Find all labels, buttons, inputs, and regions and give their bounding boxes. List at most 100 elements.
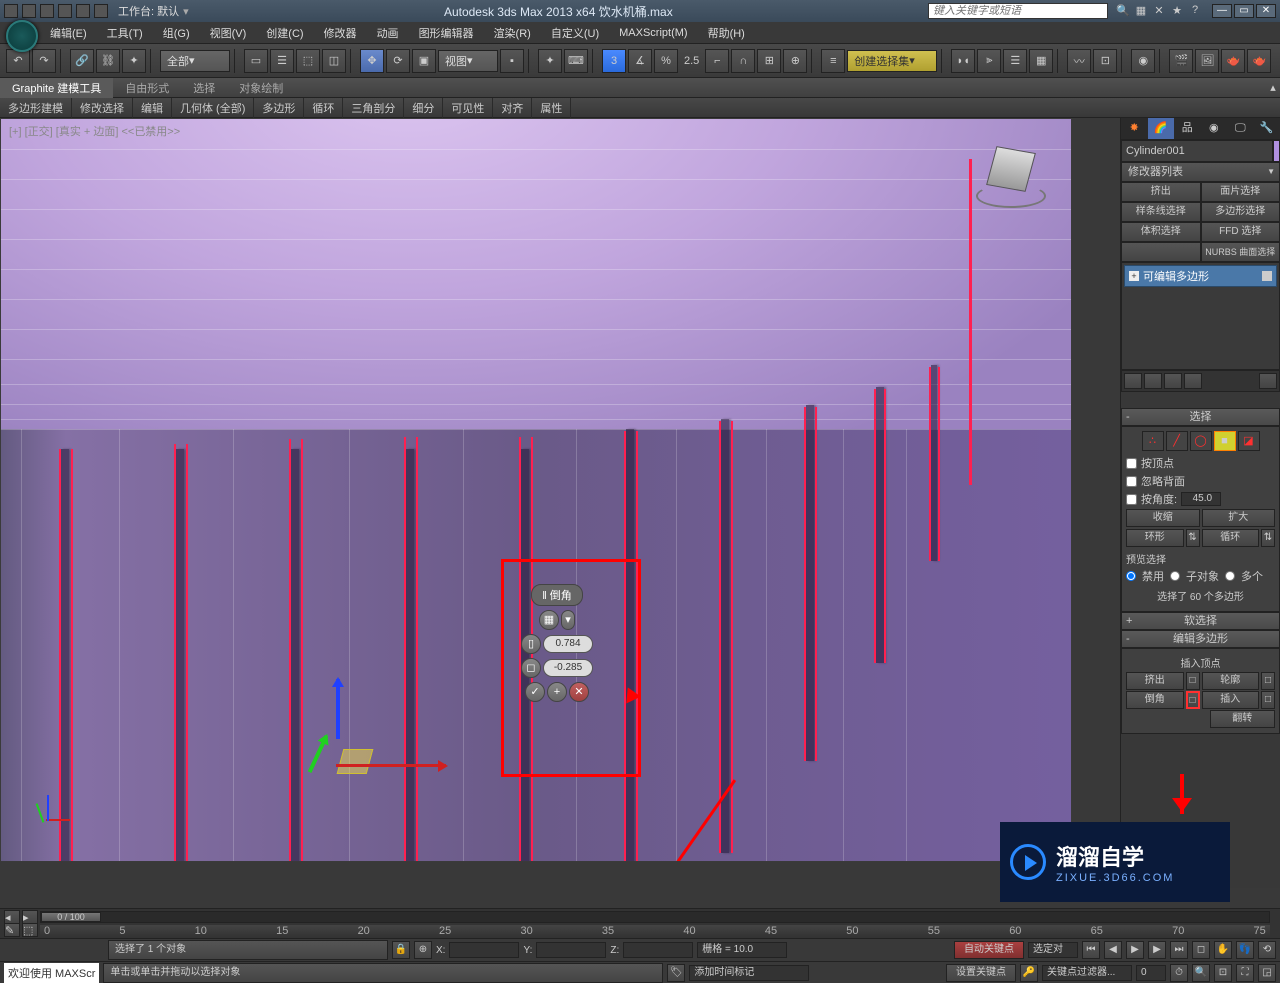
edge-subobj-icon[interactable]: ╱ <box>1166 431 1188 451</box>
link-tool-icon[interactable]: 🔗 <box>70 49 94 73</box>
maximize-button[interactable]: ▭ <box>1234 4 1254 18</box>
auto-key-button[interactable]: 自动关键点 <box>954 941 1024 959</box>
bevel-button[interactable]: 倒角 <box>1126 691 1184 709</box>
selection-filter-dropdown[interactable]: 全部 ▾ <box>160 50 230 72</box>
qat-undo-icon[interactable] <box>58 4 72 18</box>
caddy-outline-spinner[interactable]: -0.285 <box>543 659 593 677</box>
ribbon-panel-polymodel[interactable]: 多边形建模 <box>0 98 72 118</box>
preview-subobj-radio[interactable] <box>1170 571 1180 581</box>
layers-icon[interactable]: ☰ <box>1003 49 1027 73</box>
current-frame-input[interactable]: 0 <box>1136 965 1166 981</box>
key-settings-icon[interactable]: 🔑 <box>1020 964 1038 982</box>
selection-lock-icon[interactable]: ⬚ <box>22 923 38 937</box>
by-angle-checkbox[interactable] <box>1126 494 1137 505</box>
time-ruler[interactable]: 05 1015 2025 3035 4045 5055 6065 7075 <box>40 925 1270 937</box>
gizmo-xy-plane[interactable] <box>337 749 374 774</box>
motion-tab-icon[interactable]: ◉ <box>1201 118 1228 139</box>
by-vertex-checkbox[interactable] <box>1126 458 1137 469</box>
menu-graph-editors[interactable]: 图形编辑器 <box>409 22 484 44</box>
ignore-backface-checkbox[interactable] <box>1126 476 1137 487</box>
schematic-view-icon[interactable]: ⊡ <box>1093 49 1117 73</box>
pan-icon[interactable]: ✋ <box>1214 941 1232 959</box>
orbit-icon[interactable]: ⟲ <box>1258 941 1276 959</box>
show-end-result-icon[interactable] <box>1144 373 1162 389</box>
ribbon-panel-properties[interactable]: 属性 <box>532 98 571 118</box>
stack-expand-icon[interactable]: + <box>1129 271 1139 281</box>
angle-spinner[interactable]: 45.0 <box>1181 492 1221 506</box>
rollout-soft-header[interactable]: +软选择 <box>1121 612 1280 630</box>
mod-btn-ffd-select[interactable]: FFD 选择 <box>1201 222 1280 242</box>
caddy-type-dropdown-icon[interactable]: ▾ <box>561 610 575 630</box>
preview-disable-radio[interactable] <box>1126 571 1136 581</box>
snap-edge-icon[interactable]: ⌐ <box>705 49 729 73</box>
select-object-icon[interactable]: ▭ <box>244 49 268 73</box>
menu-modifiers[interactable]: 修改器 <box>314 22 367 44</box>
caddy-ok-button[interactable]: ✓ <box>525 682 545 702</box>
material-editor-icon[interactable]: ◉ <box>1131 49 1155 73</box>
mod-btn-nurbs-select[interactable]: NURBS 曲面选择 <box>1201 242 1280 262</box>
loop-spinner-icon[interactable]: ⇅ <box>1261 529 1275 547</box>
caddy-height-icon[interactable]: ▯ <box>521 634 541 654</box>
modifier-stack[interactable]: + 可编辑多边形 <box>1121 262 1280 370</box>
minimize-button[interactable]: — <box>1212 4 1232 18</box>
ring-button[interactable]: 环形 <box>1126 529 1184 547</box>
bind-spacewarp-icon[interactable]: ✦ <box>122 49 146 73</box>
stack-item-editable-poly[interactable]: + 可编辑多边形 <box>1124 265 1277 287</box>
ribbon-tab-graphite[interactable]: Graphite 建模工具 <box>0 78 113 98</box>
bevel-settings-icon[interactable]: □ <box>1186 691 1200 709</box>
border-subobj-icon[interactable]: ◯ <box>1190 431 1212 451</box>
welcome-tab[interactable]: 欢迎使用 MAXScr <box>4 963 99 983</box>
ribbon-tab-selection[interactable]: 选择 <box>181 78 227 98</box>
zoom-extents-icon[interactable]: ⛶ <box>1236 964 1254 982</box>
object-name-input[interactable] <box>1121 140 1273 162</box>
prev-frame-icon[interactable]: ◀ <box>1104 941 1122 959</box>
create-tab-icon[interactable]: ✸ <box>1121 118 1148 139</box>
mod-btn-empty[interactable] <box>1121 242 1201 262</box>
qat-open-icon[interactable] <box>22 4 36 18</box>
caddy-apply-button[interactable]: + <box>547 682 567 702</box>
snap-pivot-icon[interactable]: ⊕ <box>783 49 807 73</box>
utilities-tab-icon[interactable]: 🔧 <box>1254 118 1280 139</box>
timeline-next-icon[interactable]: ▸ <box>22 910 38 924</box>
menu-help[interactable]: 帮助(H) <box>698 22 755 44</box>
subscription-icon[interactable]: ▦ <box>1134 4 1148 18</box>
timeline-prev-icon[interactable]: ◂ <box>4 910 20 924</box>
inset-settings-icon[interactable]: □ <box>1261 691 1275 709</box>
unlink-tool-icon[interactable]: ⛓ <box>96 49 120 73</box>
exchange-icon[interactable]: ✕ <box>1152 4 1166 18</box>
display-tab-icon[interactable]: 🖵 <box>1227 118 1254 139</box>
zoom-all-icon[interactable]: ⊡ <box>1214 964 1232 982</box>
menu-views[interactable]: 视图(V) <box>200 22 257 44</box>
preview-multi-radio[interactable] <box>1225 571 1235 581</box>
inset-button[interactable]: 插入 <box>1202 691 1260 709</box>
render-production-icon[interactable]: 🫖 <box>1221 49 1245 73</box>
polygon-subobj-icon[interactable]: ■ <box>1214 431 1236 451</box>
caddy-type-button[interactable]: ▦ <box>539 610 559 630</box>
render-iterative-icon[interactable]: 🫖 <box>1247 49 1271 73</box>
z-coord-input[interactable] <box>623 942 693 958</box>
select-move-icon[interactable]: ✥ <box>360 49 384 73</box>
walk-icon[interactable]: 👣 <box>1236 941 1254 959</box>
add-time-tag-field[interactable]: 添加时间标记 <box>689 965 809 981</box>
key-mode-dropdown[interactable]: 选定对 <box>1028 942 1078 958</box>
modify-tab-icon[interactable]: 🌈 <box>1148 118 1175 139</box>
select-by-name-icon[interactable]: ☰ <box>270 49 294 73</box>
ribbon-panel-subdiv[interactable]: 细分 <box>404 98 443 118</box>
maximize-viewport-icon[interactable]: ◲ <box>1258 964 1276 982</box>
snap-toggle-icon[interactable]: 3 <box>602 49 626 73</box>
viewport-perspective[interactable]: [+] [正交] [真实 + 边面] <<已禁用>> ‖ 倒角 ▦ ▾ <box>1 119 1071 861</box>
gizmo-y-axis[interactable] <box>308 735 329 773</box>
mod-btn-poly-select[interactable]: 多边形选择 <box>1201 202 1280 222</box>
caddy-height-spinner[interactable]: 0.784 <box>543 635 593 653</box>
qat-redo-icon[interactable] <box>76 4 90 18</box>
lock-selection-icon[interactable]: 🔒 <box>392 941 410 959</box>
help-search-input[interactable] <box>928 3 1108 19</box>
gizmo-x-axis[interactable] <box>336 764 446 767</box>
curve-editor-icon[interactable]: 〰 <box>1067 49 1091 73</box>
ribbon-panel-align[interactable]: 对齐 <box>493 98 532 118</box>
graphite-ribbon-icon[interactable]: ▦ <box>1029 49 1053 73</box>
outline-button[interactable]: 轮廓 <box>1202 672 1260 690</box>
time-tag-icon[interactable]: 🏷 <box>667 964 685 982</box>
undo-tool-icon[interactable]: ↶ <box>6 49 30 73</box>
set-key-button[interactable]: 设置关键点 <box>946 964 1016 982</box>
